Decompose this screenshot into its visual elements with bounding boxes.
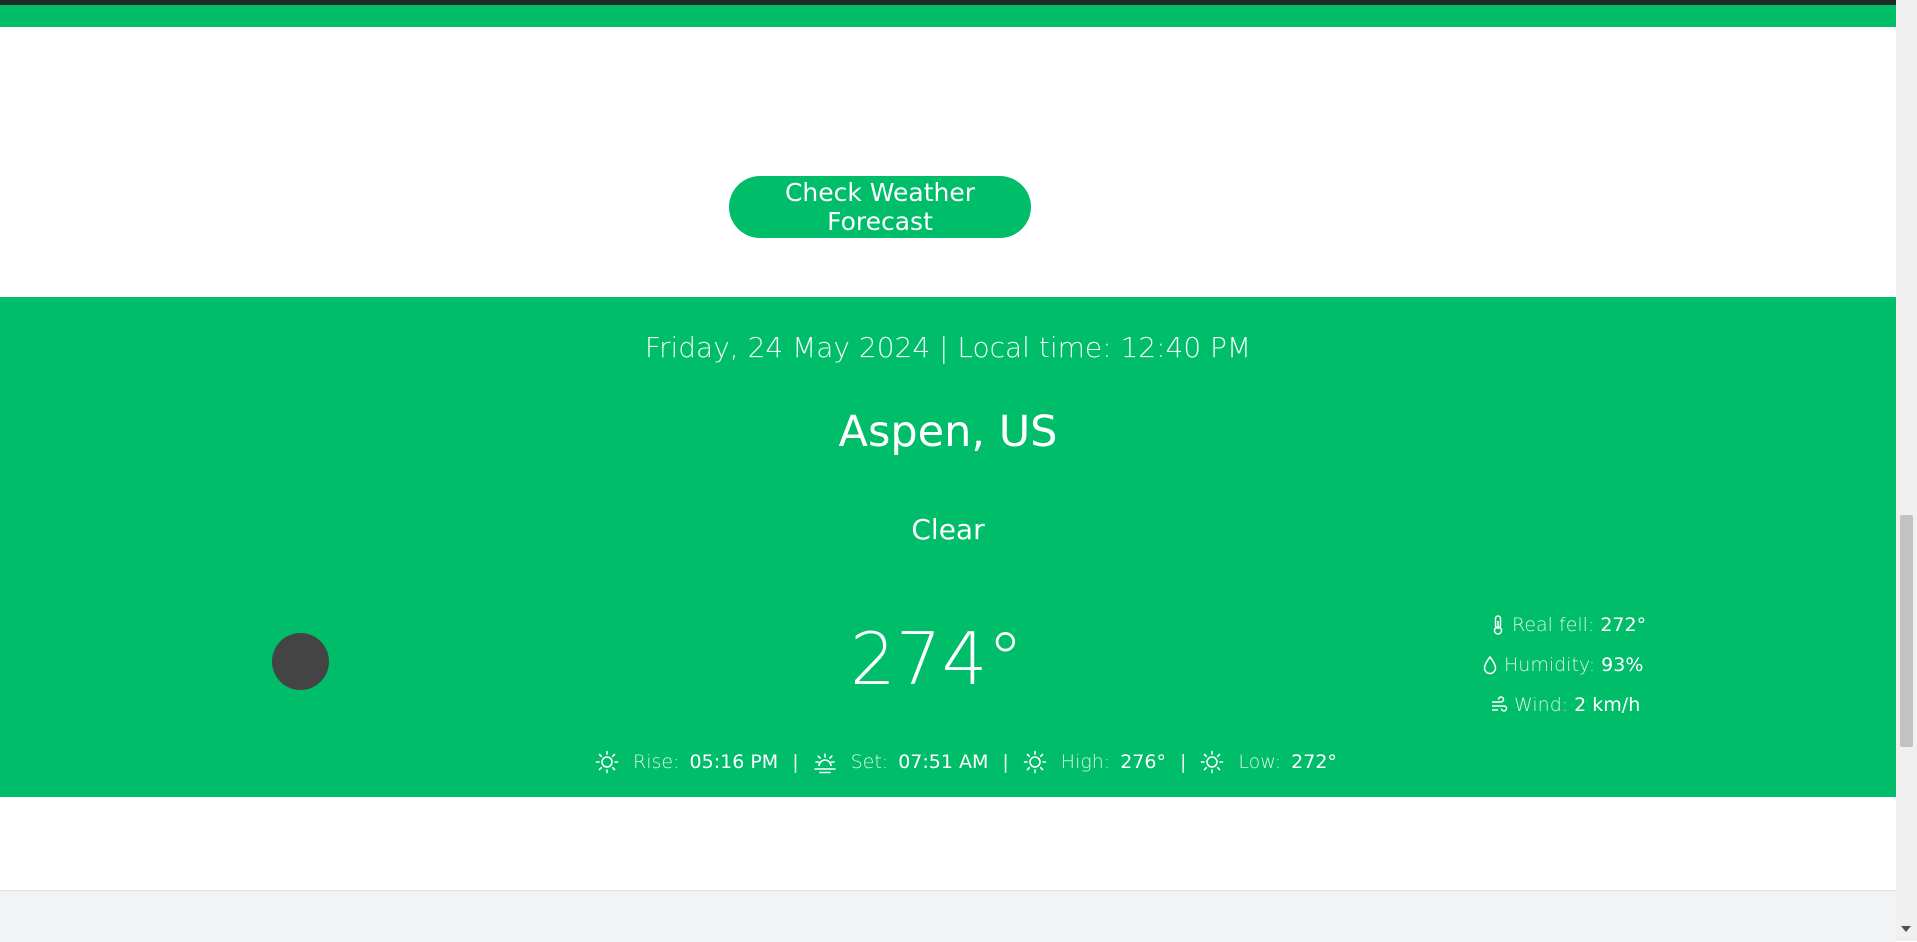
droplet-icon xyxy=(1483,655,1497,675)
detail-label: Real fell: xyxy=(1512,614,1595,636)
detail-value: 93% xyxy=(1601,654,1644,676)
set-label: Set: xyxy=(850,751,889,773)
sunset-icon xyxy=(813,753,836,774)
sun-icon xyxy=(1023,750,1047,774)
local-datetime: Friday, 24 May 2024 | Local time: 12:40 … xyxy=(644,331,1252,364)
separator: | xyxy=(1002,751,1009,773)
detail-label: Wind: xyxy=(1514,694,1569,716)
low-value: 272° xyxy=(1291,751,1337,773)
sun-temperature-summary: Rise: 05:16 PM | Set: 07:51 AM | High: 2… xyxy=(0,750,1896,774)
sun-icon xyxy=(595,750,619,774)
separator: | xyxy=(792,751,799,773)
weather-details: Real fell: 272° Humidity: 93% Wind: 2 km… xyxy=(1483,605,1690,725)
wind-icon xyxy=(1492,696,1508,712)
detail-label: Humidity: xyxy=(1504,654,1596,676)
detail-wind: Wind: 2 km/h xyxy=(1490,685,1690,725)
page-footer xyxy=(0,890,1896,942)
rise-value: 05:16 PM xyxy=(689,751,779,773)
low-label: Low: xyxy=(1238,751,1282,773)
scrollbar-thumb[interactable] xyxy=(1900,515,1913,747)
rise-label: Rise: xyxy=(633,751,680,773)
detail-value: 272° xyxy=(1600,614,1647,636)
separator: | xyxy=(1179,751,1187,773)
sun-icon xyxy=(1201,750,1224,774)
detail-real-feel: Real fell: 272° xyxy=(1490,605,1690,645)
check-weather-forecast-button[interactable]: Check Weather Forecast xyxy=(729,176,1031,238)
high-label: High: xyxy=(1060,751,1111,773)
sunset-item: Set: 07:51 AM xyxy=(813,750,989,774)
vertical-scrollbar[interactable] xyxy=(1896,0,1917,941)
high-temp-item: High: 276° xyxy=(1023,750,1166,774)
weather-condition: Clear xyxy=(911,513,985,546)
scroll-down-arrow-icon[interactable] xyxy=(1901,926,1911,932)
set-value: 07:51 AM xyxy=(898,751,989,773)
top-nav-bar xyxy=(0,5,1896,27)
weather-condition-icon xyxy=(272,633,329,690)
sunrise-item: Rise: 05:16 PM xyxy=(595,750,778,774)
low-temp-item: Low: 272° xyxy=(1200,750,1337,774)
current-temperature: 274° xyxy=(850,617,1024,701)
location-title: Aspen, US xyxy=(838,407,1058,457)
detail-value: 2 km/h xyxy=(1574,694,1641,716)
weather-panel: Friday, 24 May 2024 | Local time: 12:40 … xyxy=(0,297,1896,797)
high-value: 276° xyxy=(1120,751,1166,773)
detail-humidity: Humidity: 93% xyxy=(1482,645,1690,685)
thermometer-icon xyxy=(1493,615,1503,635)
